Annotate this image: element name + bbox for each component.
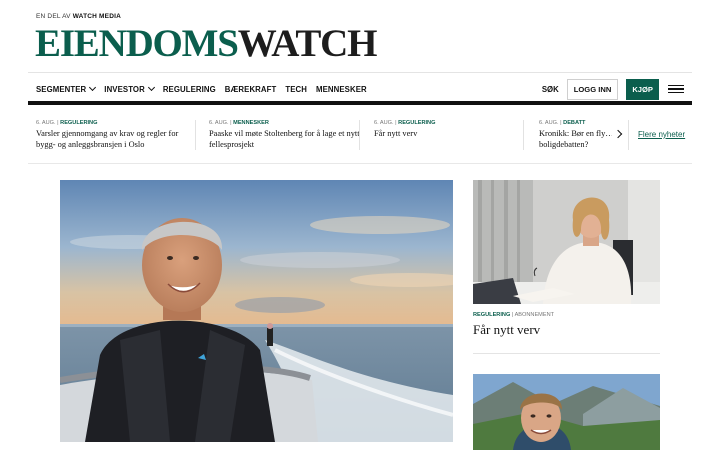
side-article-access: ABONNEMENT (514, 312, 555, 318)
search-button[interactable]: SØK (542, 85, 559, 94)
chevron-down-icon (89, 83, 97, 92)
logo-part-1: EIENDOMS (35, 22, 239, 65)
nav-item-label: MENNESKER (316, 84, 367, 94)
ticker-divider (195, 120, 196, 150)
side-photo-2 (473, 374, 660, 450)
nav-item-label: TECH (285, 84, 307, 94)
site-logo[interactable]: EIENDOMSWATCH (35, 22, 378, 65)
login-button[interactable]: LOGG INN (566, 78, 619, 100)
ticker-section: DEBATT (563, 120, 586, 126)
nav-item-investor[interactable]: INVESTOR (104, 83, 155, 94)
news-ticker: 6. AUG. | REGULERING Varsler gjennomgang… (28, 112, 692, 164)
ticker-section: REGULERING (398, 120, 436, 126)
ticker-divider (359, 120, 360, 150)
side-article-section[interactable]: REGULERING (473, 312, 510, 318)
side-photo (473, 180, 660, 304)
tagline-prefix: EN DEL AV (36, 13, 71, 20)
tagline: EN DEL AV WATCH MEDIA (36, 13, 121, 20)
nav-item-label: SEGMENTER (36, 84, 87, 94)
nav-item-label: REGULERING (162, 84, 216, 94)
nav-item-tech[interactable]: TECH (285, 85, 307, 94)
ticker-headline: Kronikk: Bør en fly… boligdebatten? (539, 129, 614, 149)
nav-item-mennesker[interactable]: MENNESKER (316, 85, 367, 94)
ticker-date: 6. AUG. (539, 120, 559, 126)
ticker-headline: Får nytt verv (374, 129, 418, 138)
ticker-date: 6. AUG. (209, 120, 229, 126)
ticker-date: 6. AUG. (374, 120, 394, 126)
ticker-item[interactable]: 6. AUG. | MENNESKER Paaske vil møte Stol… (209, 120, 361, 158)
side-article-2-image[interactable] (473, 374, 660, 450)
hero-article-image[interactable] (60, 180, 453, 442)
main-nav: SEGMENTER INVESTOR REGULERING BÆREKRAFT … (28, 72, 692, 105)
side-article-meta: REGULERING | ABONNEMENT (473, 312, 555, 318)
ticker-section: REGULERING (60, 120, 98, 126)
ticker-divider (628, 120, 629, 150)
ticker-item[interactable]: 6. AUG. | REGULERING Varsler gjennomgang… (36, 120, 196, 158)
hero-photo (60, 180, 453, 442)
side-article-title[interactable]: Får nytt verv (473, 322, 540, 338)
ticker-item[interactable]: 6. AUG. | REGULERING Får nytt verv (374, 120, 514, 158)
hamburger-menu-icon[interactable] (668, 84, 684, 94)
ticker-item[interactable]: 6. AUG. | DEBATT Kronikk: Bør en fly… bo… (539, 120, 617, 158)
buy-button[interactable]: KJØP (626, 78, 659, 100)
more-news-link[interactable]: Flere nyheter (638, 130, 685, 139)
ticker-headline: Paaske vil møte Stoltenberg for å lage e… (209, 129, 360, 149)
ticker-divider (523, 120, 524, 150)
ticker-next-arrow-icon[interactable] (612, 127, 626, 141)
nav-item-segmenter[interactable]: SEGMENTER (36, 83, 97, 94)
nav-item-label: INVESTOR (104, 84, 145, 94)
nav-item-baerekraft[interactable]: BÆREKRAFT (225, 85, 277, 94)
side-article-image[interactable] (473, 180, 660, 304)
chevron-down-icon (147, 83, 155, 92)
ticker-date: 6. AUG. (36, 120, 56, 126)
ticker-section: MENNESKER (233, 120, 269, 126)
nav-item-regulering[interactable]: REGULERING (163, 85, 216, 94)
nav-item-label: BÆREKRAFT (224, 84, 277, 94)
ticker-headline: Varsler gjennomgang av krav og regler fo… (36, 129, 179, 149)
divider (473, 353, 660, 354)
tagline-brand[interactable]: WATCH MEDIA (73, 13, 121, 20)
logo-part-2: WATCH (237, 22, 378, 65)
